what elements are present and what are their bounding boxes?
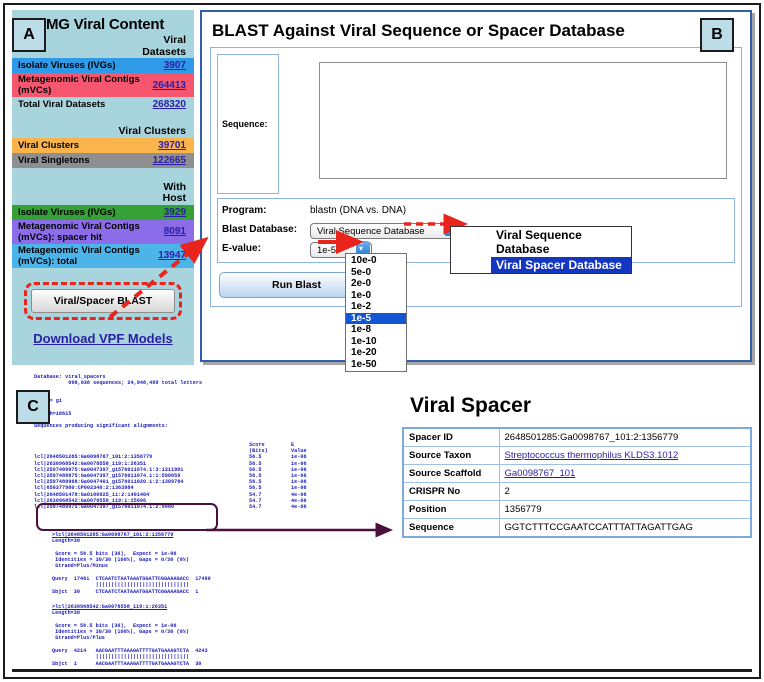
database-label: Blast Database: [222,224,298,235]
sequence-label-cell: Sequence: [217,54,279,194]
row-value[interactable]: 264413 [147,80,186,91]
row-label: Viral Singletons [18,154,90,166]
spacer-field-key: CRISPR No [402,482,500,501]
row-value[interactable]: 122665 [147,155,186,166]
viral-spacer-blast-highlight: Viral/Spacer BLAST [24,281,182,320]
evalue-option[interactable]: 1e-20 [346,347,406,359]
spacer-field-link[interactable]: Ga0098767_101 [505,468,576,479]
spacer-table-row: CRISPR No 2 [402,482,752,501]
panel-tag-c: C [16,390,50,424]
spacer-field-value: 1356779 [498,500,752,519]
evalue-label: E-value: [222,243,261,254]
sequence-input[interactable] [319,62,727,179]
row-isolate-viruses-host[interactable]: Isolate Viruses (IVGs) 3929 [12,204,194,220]
row-value[interactable]: 3907 [158,60,186,71]
spacer-field-value: 2 [498,482,752,501]
row-label: Metagenomic Viral Contigs (mVCs) [18,74,140,96]
spacer-field-key: Spacer ID [402,427,500,447]
alignment-line: Sbjct 1 AACGAATTTAAAGATTTTGATGAAAGTCTA 3… [52,660,202,667]
program-value: blastn (DNA vs. DNA) [310,205,407,216]
evalue-option[interactable]: 2e-0 [346,278,406,290]
row-viral-singletons[interactable]: Viral Singletons 122665 [12,152,194,168]
panel-tag-b: B [700,18,734,52]
evalue-option[interactable]: 1e-0 [346,290,406,302]
row-value[interactable]: 39701 [152,140,186,151]
row-value[interactable]: 13947 [152,250,186,261]
spacer-field-key: Source Scaffold [402,464,500,483]
evalue-option[interactable]: 1e-5 [346,312,406,324]
row-label: Isolate Viruses (IVGs) [18,60,116,71]
evalue-option[interactable]: 1e-50 [346,359,406,371]
row-isolate-viruses-datasets[interactable]: Isolate Viruses (IVGs) 3907 [12,58,194,73]
alignment-line: Sbjct 30 CTCAATCTAATAAATGGATTCGGAAAGACC … [52,588,199,595]
database-select-wrap[interactable]: Viral Sequence Database [310,218,460,239]
blast-hit-table: Score E (Bits) Value lcl|2648501285:Ga00987… [34,442,374,510]
download-vpf-models-link[interactable]: Download VPF Models [12,331,194,346]
sequence-row: Sequence: [211,54,741,194]
evalue-dropdown-list[interactable]: 10e-0 5e-0 2e-0 1e-0 1e-2 1e-5 1e-8 1e-10 1e-20 1… [345,253,407,372]
spacer-field-key: Position [402,500,500,519]
row-label: Metagenomic Viral Contigs (mVCs): spacer… [18,220,140,243]
viral-spacer-table: Spacer ID 2648501285:Ga0098767_101:2:1356… [402,427,752,538]
row-label: Isolate Viruses (IVGs) [18,206,116,218]
row-value[interactable]: 3929 [158,207,186,218]
spacer-table-row: Source Scaffold Ga0098767_101 [402,464,752,483]
panel-tag-a: A [12,18,46,52]
spacer-field-value: GGTCTTTCCGAATCCATTTATTAGATTGAG [498,518,752,538]
evalue-option[interactable]: 10e-0 [346,255,406,267]
spacer-field-value[interactable]: Ga0098767_101 [498,464,752,483]
program-row: Program: blastn (DNA vs. DNA) [218,201,734,220]
panel-b-title: BLAST Against Viral Sequence or Spacer D… [212,21,625,40]
row-label: Metagenomic Viral Contigs (mVCs): total [18,244,140,267]
row-viral-clusters[interactable]: Viral Clusters 39701 [12,137,194,153]
hit-evalue: 4e-06 [291,504,307,511]
sequence-label: Sequence: [222,119,268,129]
spacer-table-row: Spacer ID 2648501285:Ga0098767_101:2:1356… [402,427,752,447]
evalue-option[interactable]: 1e-8 [346,324,406,336]
panel-img-viral-content: IMG Viral Content Viral Datasets Isolate… [12,10,194,365]
row-value[interactable]: 8091 [158,226,186,237]
top-hit-highlight-box [36,503,218,531]
alignment-block-1: >lcl|2648501285:Ga0098767_101:2:1356779 L… [52,532,211,595]
panel-blast-results: Database: viral_spacers 698,038 sequence… [12,372,752,672]
spacer-field-key: Source Taxon [402,446,500,465]
viral-spacer-blast-button[interactable]: Viral/Spacer BLAST [31,288,175,313]
spacer-field-key: Sequence [402,518,500,538]
row-mvcs-datasets[interactable]: Metagenomic Viral Contigs (mVCs) 264413 [12,73,194,97]
row-mvcs-total[interactable]: Metagenomic Viral Contigs (mVCs): total … [12,243,194,268]
alignment-block-2: >lcl|2630968542:Ga0078558_119:1:26351 Len… [52,604,208,667]
row-label: Viral Clusters [18,139,80,151]
evalue-option[interactable]: 1e-2 [346,301,406,313]
row-label: Total Viral Datasets [18,99,106,110]
evalue-option[interactable]: 1e-10 [346,336,406,348]
evalue-option[interactable]: 5e-0 [346,267,406,279]
database-dropdown-list[interactable]: Viral Sequence Database Viral Spacer Data… [450,226,632,274]
row-value[interactable]: 268320 [147,99,186,110]
spacer-table-row: Position 1356779 [402,500,752,519]
clusters-column-header: Viral Clusters [118,125,186,137]
blast-output-header: Database: viral_spacers 698,038 sequence… [34,374,203,429]
alignment-line: |||||||||||||||||||||||||||||| [52,654,189,661]
database-select[interactable]: Viral Sequence Database [310,222,460,239]
spacer-field-value: 2648501285:Ga0098767_101:2:1356779 [498,427,752,447]
program-label: Program: [222,205,267,216]
withhost-column-header: With Host [162,180,186,204]
spacer-table-row: Sequence GGTCTTTCCGAATCCATTTATTAGATTGAG [402,518,752,538]
database-option[interactable]: Viral Spacer Database [491,257,631,273]
viral-spacer-title: Viral Spacer [410,394,532,417]
panel-blast-form: BLAST Against Viral Sequence or Spacer D… [200,10,752,372]
alignment-line: |||||||||||||||||||||||||||||| [52,582,189,589]
spacer-field-value[interactable]: Streptococcus thermophilus KLDS3.1012 [498,446,752,465]
database-option[interactable]: Viral Sequence Database [491,227,631,257]
row-total-viral-datasets[interactable]: Total Viral Datasets 268320 [12,97,194,112]
hit-score: 54.7 [249,504,262,511]
row-mvcs-spacer-hit[interactable]: Metagenomic Viral Contigs (mVCs): spacer… [12,219,194,244]
spacer-table-row: Source Taxon Streptococcus thermophilus K… [402,446,752,465]
spacer-field-link[interactable]: Streptococcus thermophilus KLDS3.1012 [505,450,679,461]
